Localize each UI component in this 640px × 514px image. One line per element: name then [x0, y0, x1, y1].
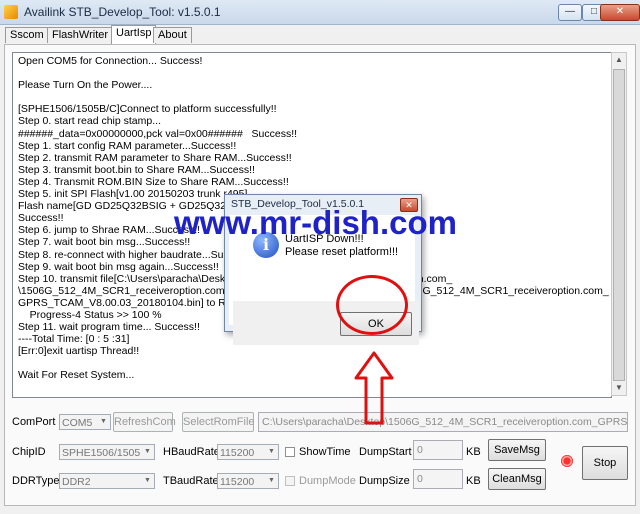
save-msg-button[interactable]: SaveMsg	[488, 439, 546, 461]
chipid-select[interactable]: SPHE1506/1505 ▼	[59, 444, 155, 460]
dumpsize-unit: KB	[466, 475, 481, 487]
chevron-down-icon: ▼	[144, 477, 151, 484]
tbaudrate-value: 115200	[220, 476, 255, 488]
watermark-text: www.mr-dish.com	[174, 204, 457, 241]
clean-msg-button[interactable]: CleanMsg	[488, 468, 546, 490]
ddrtype-value: DDR2	[62, 476, 91, 488]
chevron-down-icon: ▼	[268, 448, 275, 455]
tbaudrate-select[interactable]: 115200 ▼	[217, 473, 279, 489]
log-line: ######_data=0x00000000,pck val=0x00#####…	[18, 127, 298, 140]
minimize-button[interactable]: —	[558, 4, 582, 21]
dialog-message-line2: Please reset platform!!!	[285, 246, 399, 258]
rom-path-field[interactable]: C:\Users\paracha\Desktop\1506G_512_4M_SC…	[258, 412, 628, 432]
log-line: Wait For Reset System...	[18, 369, 135, 382]
dumpsize-label: DumpSize	[359, 475, 410, 487]
log-line: Step 3. transmit boot.bin to Share RAM..…	[18, 163, 255, 176]
app-icon	[4, 5, 18, 19]
hbaudrate-label: HBaudRate	[163, 446, 220, 458]
chipid-value: SPHE1506/1505	[62, 447, 141, 459]
comport-label: ComPort	[12, 416, 56, 428]
hbaudrate-select[interactable]: 115200 ▼	[217, 444, 279, 460]
window-title: Availink STB_Develop_Tool: v1.5.0.1	[24, 5, 221, 19]
chipid-label: ChipID	[12, 446, 46, 458]
title-bar: Availink STB_Develop_Tool: v1.5.0.1 — □ …	[0, 0, 640, 25]
log-line: Step 0. start read chip stamp...	[18, 115, 161, 128]
log-line: Step 1. start config RAM parameter...Suc…	[18, 139, 237, 152]
tab-uartisp[interactable]: UartIsp	[111, 25, 157, 44]
dumpmode-label: DumpMode	[299, 475, 356, 487]
dumpstart-label: DumpStart	[359, 446, 412, 458]
log-line: [Err:0]exit uartisp Thread!!	[18, 345, 140, 358]
ddrtype-label: DDRType	[12, 475, 60, 487]
scroll-down-icon[interactable]: ▼	[612, 381, 626, 395]
showtime-label: ShowTime	[299, 446, 351, 458]
log-line: Step 4. Transmit ROM.BIN Size to Share R…	[18, 175, 289, 188]
log-line: Please Turn On the Power....	[18, 79, 153, 92]
chevron-down-icon: ▼	[144, 448, 151, 455]
annotation-arrow-icon	[354, 351, 394, 425]
chevron-down-icon: ▼	[268, 477, 275, 484]
scroll-up-icon[interactable]: ▲	[612, 53, 626, 67]
tab-about[interactable]: About	[153, 27, 192, 43]
tbaudrate-label: TBaudRate	[163, 475, 219, 487]
log-line: Step 2. transmit RAM parameter to Share …	[18, 151, 292, 164]
log-line: Open COM5 for Connection... Success!	[18, 55, 203, 67]
chevron-down-icon: ▼	[100, 418, 107, 425]
comport-value: COM5	[62, 417, 93, 429]
stop-button[interactable]: Stop	[582, 446, 628, 480]
dumpmode-checkbox[interactable]	[285, 476, 295, 486]
hbaudrate-value: 115200	[220, 447, 255, 459]
dumpstart-field[interactable]: 0	[413, 440, 463, 460]
showtime-checkbox[interactable]	[285, 447, 295, 457]
dumpstart-unit: KB	[466, 446, 481, 458]
tab-flashwriter[interactable]: FlashWriter	[47, 27, 114, 43]
scroll-thumb[interactable]	[613, 69, 625, 381]
tab-sscom[interactable]: Sscom	[5, 27, 49, 43]
annotation-circle	[336, 275, 408, 335]
ddrtype-select[interactable]: DDR2 ▼	[59, 473, 155, 489]
comport-select[interactable]: COM5 ▼	[59, 414, 111, 430]
dumpsize-field[interactable]: 0	[413, 469, 463, 489]
status-light-icon	[560, 454, 574, 468]
select-rom-file-button[interactable]: SelectRomFile	[182, 412, 255, 432]
close-button[interactable]: ✕	[600, 4, 640, 21]
log-scrollbar[interactable]: ▲ ▼	[611, 52, 627, 396]
refresh-com-button[interactable]: RefreshCom	[113, 412, 176, 432]
log-line: [SPHE1506/1505B/C]Connect to platform su…	[18, 103, 277, 116]
